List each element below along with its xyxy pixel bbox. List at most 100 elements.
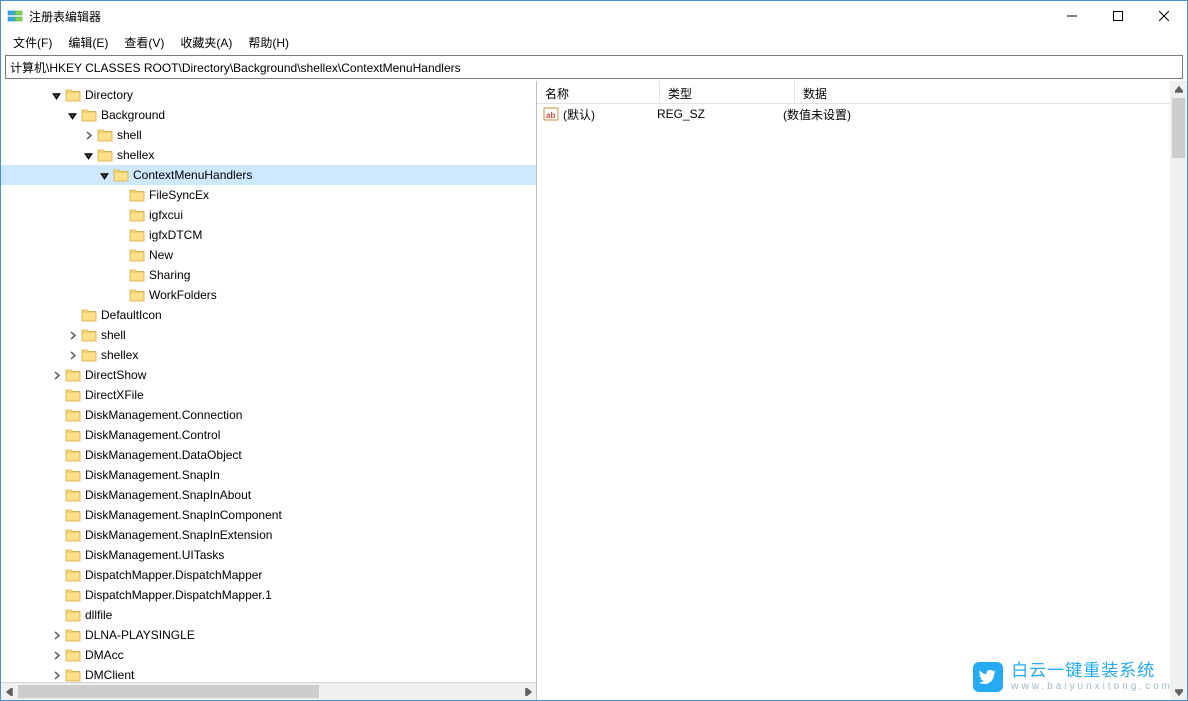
folder-icon: [129, 228, 145, 242]
expand-icon[interactable]: [81, 128, 95, 142]
expand-icon[interactable]: [49, 668, 63, 682]
folder-icon: [129, 288, 145, 302]
tree-node[interactable]: igfxDTCM: [1, 225, 536, 245]
folder-icon: [113, 168, 129, 182]
tree-node[interactable]: DispatchMapper.DispatchMapper: [1, 565, 536, 585]
tree-node[interactable]: Sharing: [1, 265, 536, 285]
tree-node-label: FileSyncEx: [149, 188, 209, 202]
scroll-thumb[interactable]: [1172, 98, 1185, 158]
tree-node[interactable]: DirectShow: [1, 365, 536, 385]
menu-view[interactable]: 查看(V): [116, 32, 172, 53]
scroll-right-button[interactable]: [519, 683, 536, 700]
tree-node[interactable]: Directory: [1, 85, 536, 105]
tree-node[interactable]: ContextMenuHandlers: [1, 165, 536, 185]
folder-icon: [65, 568, 81, 582]
tree-node-label: WorkFolders: [149, 288, 217, 302]
tree-node-label: shellex: [117, 148, 154, 162]
collapse-icon[interactable]: [81, 148, 95, 162]
tree-node[interactable]: FileSyncEx: [1, 185, 536, 205]
tree-node[interactable]: DiskManagement.Connection: [1, 405, 536, 425]
tree-node[interactable]: shell: [1, 325, 536, 345]
tree-node-label: DefaultIcon: [101, 308, 162, 322]
tree-node[interactable]: DMClient: [1, 665, 536, 683]
tree-node[interactable]: DMAcc: [1, 645, 536, 665]
watermark: 白云一键重装系统 www.baiyunxitong.com: [973, 662, 1173, 692]
tree-node[interactable]: DiskManagement.Control: [1, 425, 536, 445]
menu-file[interactable]: 文件(F): [5, 32, 60, 53]
tree-node[interactable]: shell: [1, 125, 536, 145]
expand-icon[interactable]: [65, 328, 79, 342]
folder-icon: [129, 208, 145, 222]
scroll-track[interactable]: [18, 683, 519, 700]
tree-node[interactable]: WorkFolders: [1, 285, 536, 305]
value-data: (数值未设置): [783, 106, 1187, 123]
expand-icon[interactable]: [65, 348, 79, 362]
column-type[interactable]: 类型: [660, 81, 795, 103]
no-expander: [49, 528, 63, 542]
scroll-track[interactable]: [1170, 98, 1187, 683]
expand-icon[interactable]: [49, 628, 63, 642]
close-button[interactable]: [1141, 1, 1187, 31]
collapse-icon[interactable]: [65, 108, 79, 122]
tree-node[interactable]: DirectXFile: [1, 385, 536, 405]
tree-node-label: shellex: [101, 348, 138, 362]
collapse-icon[interactable]: [97, 168, 111, 182]
column-headers[interactable]: 名称 类型 数据: [537, 81, 1187, 104]
watermark-title: 白云一键重装系统: [1011, 662, 1173, 681]
folder-icon: [65, 648, 81, 662]
no-expander: [113, 188, 127, 202]
tree-node[interactable]: Background: [1, 105, 536, 125]
value-name: (默认): [563, 106, 595, 123]
tree-node[interactable]: New: [1, 245, 536, 265]
tree-node-label: igfxDTCM: [149, 228, 202, 242]
tree-node[interactable]: DiskManagement.SnapInExtension: [1, 525, 536, 545]
tree-node[interactable]: DispatchMapper.DispatchMapper.1: [1, 585, 536, 605]
menu-help[interactable]: 帮助(H): [240, 32, 297, 53]
column-data[interactable]: 数据: [795, 81, 1187, 103]
scroll-down-button[interactable]: [1170, 683, 1187, 700]
tree-node[interactable]: shellex: [1, 345, 536, 365]
tree-node[interactable]: DiskManagement.SnapInComponent: [1, 505, 536, 525]
tree-node[interactable]: DLNA-PLAYSINGLE: [1, 625, 536, 645]
tree-node[interactable]: igfxcui: [1, 205, 536, 225]
menu-favorites[interactable]: 收藏夹(A): [172, 32, 240, 53]
minimize-button[interactable]: [1049, 1, 1095, 31]
titlebar[interactable]: 注册表编辑器: [1, 1, 1187, 31]
tree-node[interactable]: DiskManagement.SnapInAbout: [1, 485, 536, 505]
folder-icon: [81, 108, 97, 122]
registry-tree[interactable]: DirectoryBackgroundshellshellexContextMe…: [1, 81, 536, 683]
collapse-icon[interactable]: [49, 88, 63, 102]
tree-node-label: DispatchMapper.DispatchMapper: [85, 568, 262, 582]
values-list[interactable]: ab(默认)REG_SZ(数值未设置): [537, 104, 1187, 124]
folder-icon: [65, 88, 81, 102]
expand-icon[interactable]: [49, 648, 63, 662]
tree-node[interactable]: dllfile: [1, 605, 536, 625]
value-row[interactable]: ab(默认)REG_SZ(数值未设置): [537, 104, 1187, 124]
values-vertical-scrollbar[interactable]: [1170, 81, 1187, 700]
watermark-url: www.baiyunxitong.com: [1011, 681, 1173, 692]
scroll-left-button[interactable]: [1, 683, 18, 700]
svg-text:ab: ab: [546, 111, 555, 120]
folder-icon: [65, 668, 81, 682]
column-name[interactable]: 名称: [537, 81, 660, 103]
tree-node-label: DirectXFile: [85, 388, 144, 402]
tree-node-label: igfxcui: [149, 208, 183, 222]
maximize-button[interactable]: [1095, 1, 1141, 31]
folder-icon: [65, 388, 81, 402]
tree-node[interactable]: DefaultIcon: [1, 305, 536, 325]
tree-node[interactable]: DiskManagement.UITasks: [1, 545, 536, 565]
tree-horizontal-scrollbar[interactable]: [1, 682, 536, 700]
scroll-thumb[interactable]: [18, 685, 319, 698]
watermark-icon: [973, 662, 1003, 692]
menu-edit[interactable]: 编辑(E): [60, 32, 116, 53]
expand-icon[interactable]: [49, 368, 63, 382]
tree-pane: DirectoryBackgroundshellshellexContextMe…: [1, 81, 537, 700]
tree-node[interactable]: shellex: [1, 145, 536, 165]
scroll-up-button[interactable]: [1170, 81, 1187, 98]
folder-icon: [65, 528, 81, 542]
address-bar[interactable]: 计算机\HKEY CLASSES ROOT\Directory\Backgrou…: [5, 55, 1183, 79]
no-expander: [49, 608, 63, 622]
folder-icon: [129, 248, 145, 262]
tree-node[interactable]: DiskManagement.SnapIn: [1, 465, 536, 485]
tree-node[interactable]: DiskManagement.DataObject: [1, 445, 536, 465]
